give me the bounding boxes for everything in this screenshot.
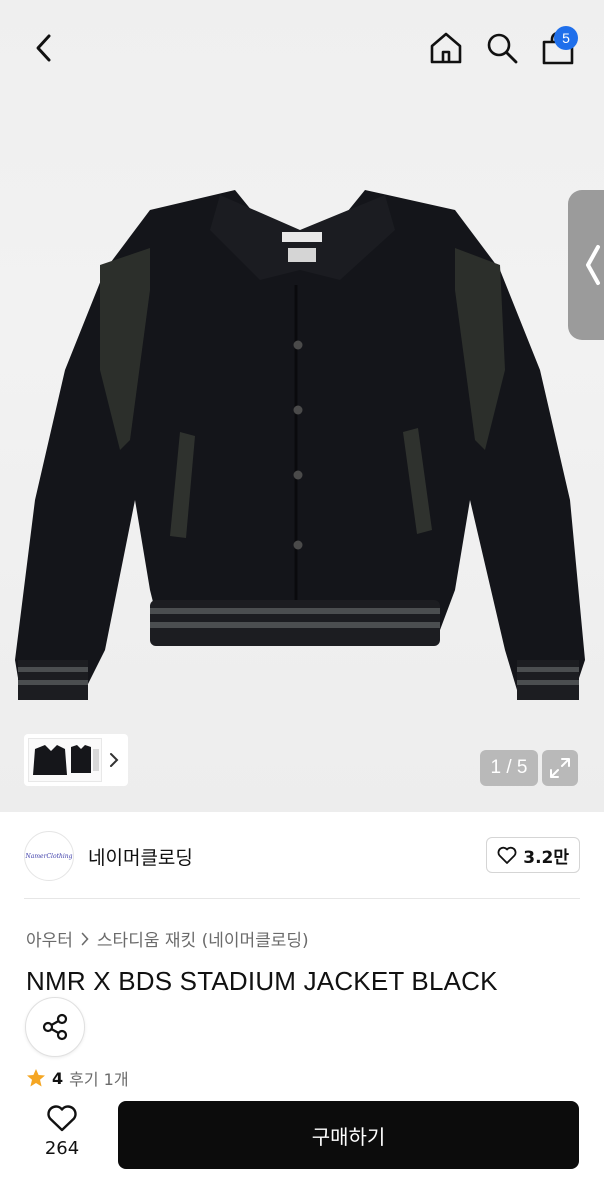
wishlist-button[interactable]: 264: [36, 1104, 88, 1159]
chevron-left-icon: [36, 34, 51, 62]
review-count[interactable]: 후기 1개: [69, 1066, 128, 1090]
product-image-area[interactable]: 5 1 / 5: [0, 0, 604, 812]
chevron-right-icon: [110, 753, 119, 767]
product-rating[interactable]: 4 후기 1개: [26, 1066, 129, 1090]
share-button[interactable]: [25, 997, 85, 1057]
shop-like-button[interactable]: 3.2만: [486, 837, 580, 873]
chevron-right-icon: [81, 932, 89, 945]
thumbnail-strip[interactable]: [24, 734, 128, 786]
breadcrumb-subcategory[interactable]: 스타디움 재킷 (네이머클로딩): [97, 926, 309, 951]
breadcrumb: 아우터 스타디움 재킷 (네이머클로딩): [26, 926, 309, 951]
shop-info[interactable]: NamerClothing 네이머클로딩 3.2만: [24, 830, 580, 882]
thumbnail-image[interactable]: [28, 738, 102, 782]
thumbnail-next-button[interactable]: [106, 738, 122, 782]
back-button[interactable]: [22, 26, 66, 70]
wishlist-count: 264: [44, 1138, 80, 1159]
heart-icon: [47, 1105, 77, 1132]
shop-like-count: 3.2만: [523, 847, 569, 868]
home-button[interactable]: [424, 26, 468, 70]
product-title: NMR X BDS STADIUM JACKET BLACK: [26, 966, 498, 996]
gallery-side-handle[interactable]: [568, 190, 604, 340]
breadcrumb-category[interactable]: 아우터: [26, 926, 73, 951]
shop-name[interactable]: 네이머클로딩: [88, 843, 193, 870]
shop-logo[interactable]: NamerClothing: [24, 831, 74, 881]
home-icon: [430, 32, 462, 64]
star-icon: [27, 1069, 45, 1087]
search-icon: [487, 33, 518, 64]
expand-icon: [550, 758, 570, 778]
bottom-action-bar: 264 구매하기: [0, 1088, 604, 1200]
thumbnail-jackets-image: [33, 745, 99, 775]
image-counter: 1 / 5: [480, 750, 538, 786]
rating-value: 4: [52, 1068, 64, 1088]
cart-count-badge: 5: [554, 26, 578, 50]
expand-button[interactable]: [542, 750, 578, 786]
divider: [24, 898, 580, 899]
heart-icon: [497, 846, 517, 864]
product-photo[interactable]: [0, 170, 604, 730]
search-button[interactable]: [480, 26, 524, 70]
buy-button[interactable]: 구매하기: [118, 1101, 579, 1169]
chevron-left-icon: [586, 245, 600, 285]
share-icon: [42, 1013, 68, 1041]
